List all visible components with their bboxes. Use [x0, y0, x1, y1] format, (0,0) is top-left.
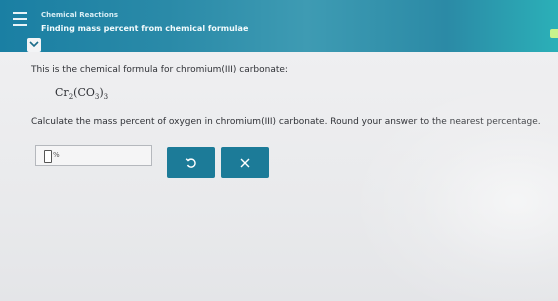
question-intro: This is the chemical formula for chromiu…	[31, 65, 288, 75]
menu-icon[interactable]	[13, 12, 27, 26]
answer-input[interactable]: %	[35, 145, 152, 166]
chapter-title: Chemical Reactions	[41, 11, 118, 19]
clear-button[interactable]	[221, 147, 269, 178]
formula-subscript: 3	[103, 93, 109, 102]
undo-button[interactable]	[167, 147, 215, 178]
chevron-down-icon	[29, 41, 39, 48]
formula-element: Cr	[55, 86, 69, 99]
question-prompt: Calculate the mass percent of oxygen in …	[31, 117, 541, 127]
input-cursor-box[interactable]	[44, 150, 52, 163]
collapse-button[interactable]	[27, 38, 41, 52]
formula-group: (CO	[73, 86, 95, 99]
side-tab[interactable]	[550, 29, 558, 38]
close-icon	[240, 158, 250, 167]
topic-title: Finding mass percent from chemical formu…	[41, 24, 249, 33]
undo-icon	[185, 157, 196, 168]
percent-unit: %	[53, 151, 60, 159]
topic-header: Chemical Reactions Finding mass percent …	[0, 0, 558, 52]
chemical-formula: Cr2(CO3)3	[55, 86, 108, 101]
